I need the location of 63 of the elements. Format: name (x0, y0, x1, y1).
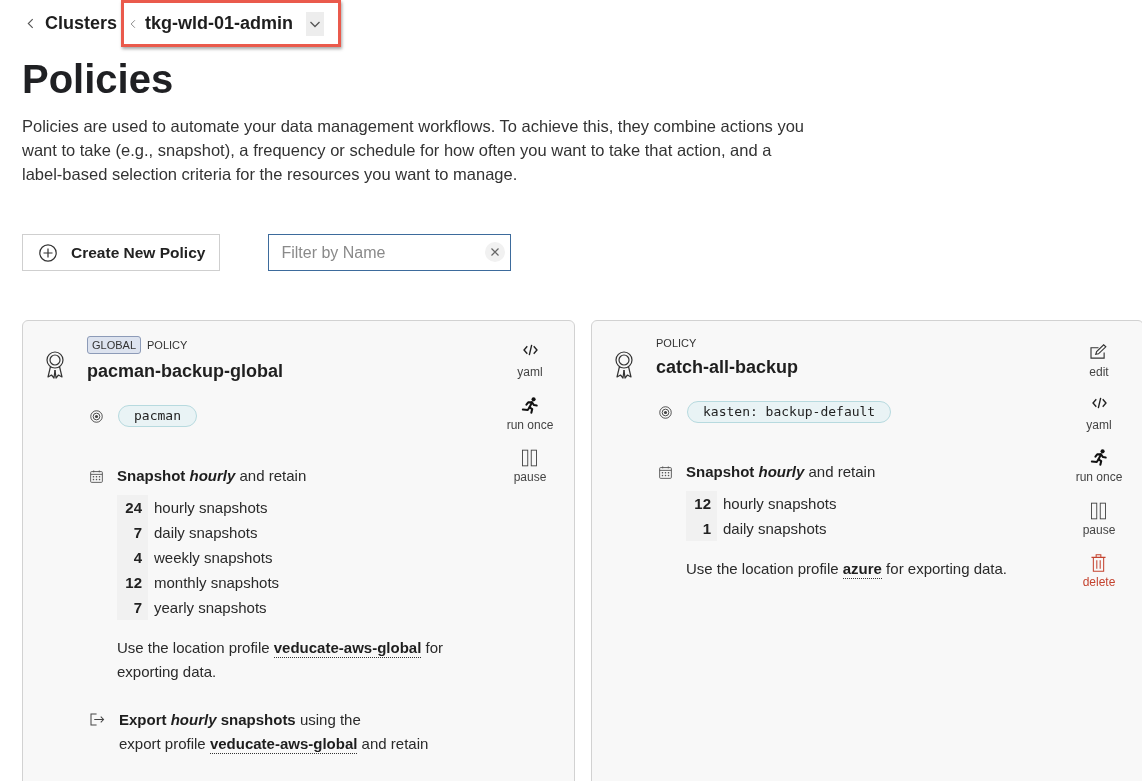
retention-label: hourly snapshots (154, 499, 268, 516)
delete-button[interactable]: delete (1082, 554, 1116, 589)
clusters-link[interactable]: Clusters (27, 13, 118, 34)
pause-button[interactable]: pause (1082, 501, 1116, 537)
retention-label: hourly snapshots (723, 495, 837, 512)
cluster-selector[interactable]: tkg-wld-01-admin (121, 0, 342, 47)
trash-icon (1091, 554, 1107, 572)
policy-type-label: POLICY (656, 336, 697, 350)
running-person-icon (521, 396, 539, 414)
schedule-text: Snapshot hourly and retain (686, 462, 877, 482)
yaml-button[interactable]: yaml (1086, 396, 1112, 432)
retention-label: daily snapshots (154, 524, 258, 541)
code-icon (522, 344, 538, 356)
retention-count: 7 (117, 520, 148, 545)
location-text: Use the location profile veducate-aws-global for exporting data. (117, 638, 444, 682)
label-selector-pill: pacman (118, 405, 197, 427)
page-description: Policies are used to automate your data management workflows. To achieve this, they combine actions you want to take (e.g., snapshot), a frequency or schedule for how often you want to take that action, and a label-based selection criteria for the resources you want to manage. (22, 116, 806, 185)
running-person-icon (1090, 449, 1108, 466)
profile-link[interactable]: azure (842, 560, 882, 579)
export-icon (90, 713, 105, 726)
retention-count: 4 (117, 545, 148, 570)
award-ribbon-icon (45, 351, 65, 379)
chevron-down-icon[interactable] (306, 11, 325, 36)
edit-button[interactable]: edit (1089, 344, 1109, 379)
retention-label: daily snapshots (723, 520, 827, 537)
close-icon[interactable] (485, 242, 506, 262)
pause-icon (522, 449, 538, 467)
filter-field[interactable]: Filter by Name (268, 234, 512, 271)
create-policy-button[interactable]: Create New Policy (22, 234, 221, 271)
scope-badge: GLOBAL (87, 336, 142, 354)
chevron-left-icon (27, 18, 34, 29)
retention-count: 12 (686, 491, 717, 516)
run-once-button[interactable]: run once (506, 396, 554, 432)
label-selector-pill: kasten: backup-default (687, 401, 892, 423)
code-icon (1091, 396, 1107, 409)
retention-count: 24 (117, 495, 148, 520)
pause-button[interactable]: pause (513, 449, 547, 484)
retention-label: weekly snapshots (154, 549, 273, 566)
target-icon (659, 405, 672, 419)
policy-name: catch-all-backup (656, 356, 799, 379)
calendar-icon (90, 470, 103, 483)
policy-type-label: POLICY (147, 338, 188, 352)
run-once-button[interactable]: run once (1075, 449, 1123, 484)
plus-circle-icon (39, 243, 57, 262)
profile-link[interactable]: veducate-aws-global (209, 735, 358, 754)
award-ribbon-icon (614, 351, 634, 379)
policy-name: pacman-backup-global (87, 360, 284, 383)
chevron-left-icon (130, 18, 137, 29)
target-icon (90, 409, 103, 423)
retention-count: 12 (117, 570, 148, 595)
retention-label: yearly snapshots (154, 599, 267, 616)
page-title: Policies (22, 56, 175, 103)
retention-label: monthly snapshots (154, 574, 280, 591)
edit-icon (1090, 344, 1108, 359)
export-text: Export hourly snapshots using the export profile veducate-aws-global and retain (119, 710, 429, 756)
calendar-icon (659, 466, 672, 479)
retention-count: 1 (686, 516, 717, 541)
pause-icon (1091, 501, 1107, 520)
schedule-text: Snapshot hourly and retain (117, 466, 308, 486)
location-text: Use the location profile azure for exporting data. (686, 559, 1008, 581)
profile-link[interactable]: veducate-aws-global (273, 639, 422, 658)
retention-count: 7 (117, 595, 148, 620)
yaml-button[interactable]: yaml (517, 344, 543, 379)
